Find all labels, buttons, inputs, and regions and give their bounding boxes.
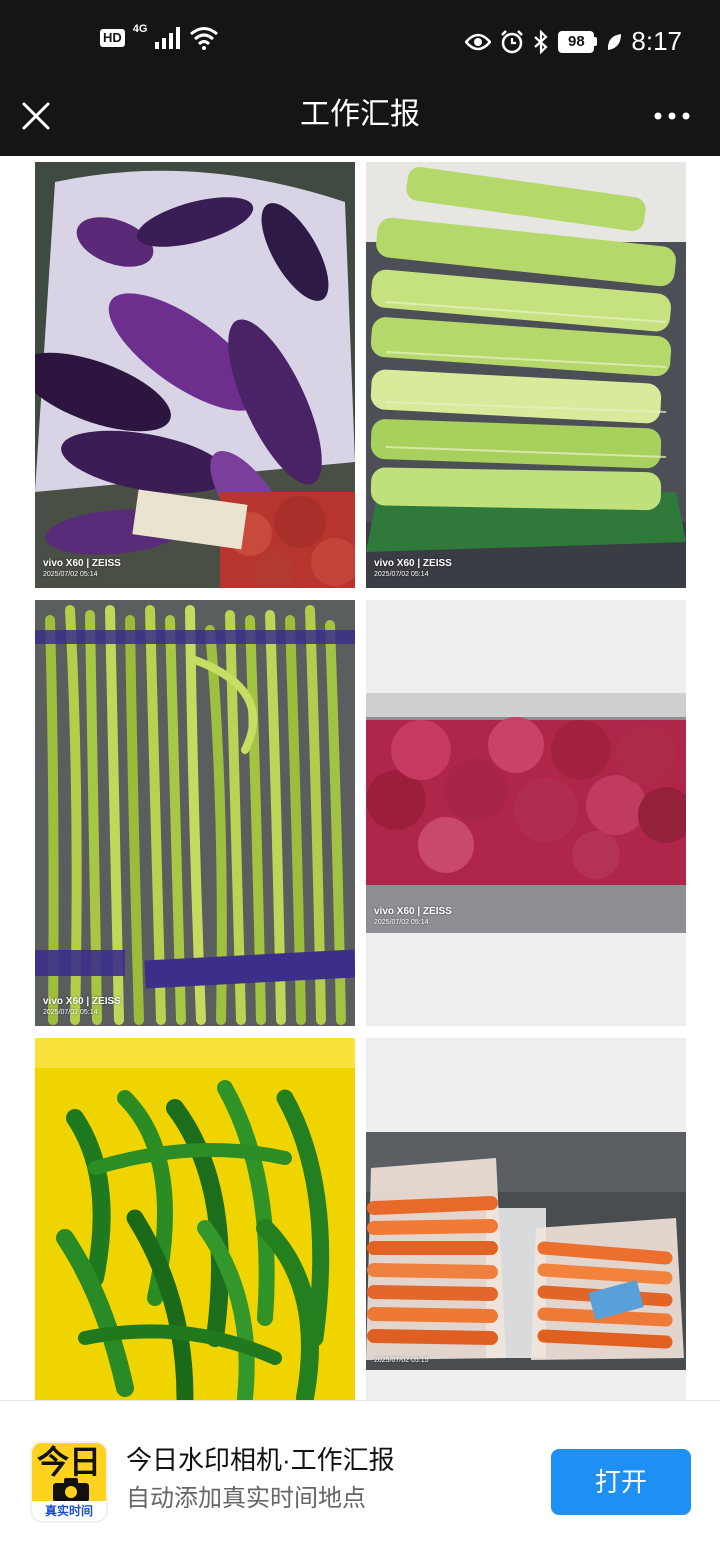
photo-garlic-scapes[interactable]: vivo X60 | ZEISS 2025/07/02 05:14 (35, 600, 355, 1026)
battery-cap (594, 37, 598, 46)
app-icon-text: 今日 (36, 1444, 101, 1480)
network-type: 4G (132, 23, 148, 35)
status-left: HD 4G (100, 23, 219, 50)
watermark-camera: vivo X60 | ZEISS (374, 558, 452, 569)
bluetooth-icon (534, 29, 548, 54)
leaf-icon (608, 33, 622, 50)
celery-image (366, 162, 686, 588)
watermark-date: 2025/07/02 05:14 (43, 571, 98, 578)
red-onions-image (366, 600, 686, 1026)
photo-eggplants[interactable]: vivo X60 | ZEISS 2025/07/02 05:14 (35, 162, 355, 588)
carrots-image (366, 1038, 686, 1400)
photo-watermark: vivo X60 | ZEISS 2025/07/02 05:14 (43, 557, 121, 580)
photo-watermark: vivo X60 | ZEISS 2025/07/02 05:14 (374, 905, 452, 928)
watermark-camera: vivo X60 | ZEISS (43, 558, 121, 569)
photo-grid: vivo X60 | ZEISS 2025/07/02 05:14 vivo X… (0, 156, 720, 1400)
eye-icon (465, 33, 492, 50)
photo-celery[interactable]: vivo X60 | ZEISS 2025/07/02 05:14 (366, 162, 686, 588)
watermark-camera: vivo X60 | ZEISS (374, 906, 452, 917)
battery-icon: 98 (558, 30, 598, 53)
garlic-scapes-image (35, 600, 355, 1026)
battery-level: 98 (558, 30, 595, 53)
app-promo-bar: 今日 真实时间 今日水印相机·工作汇报 自动添加真实时间地点 打开 (0, 1400, 720, 1560)
photo-watermark: vivo X60 | ZEISS 2025/07/02 05:14 (374, 557, 452, 580)
watermark-camera: vivo X60 | ZEISS (43, 996, 121, 1007)
photo-red-onions[interactable]: vivo X60 | ZEISS 2025/07/02 05:14 (366, 600, 686, 1026)
hd-badge: HD (100, 29, 125, 47)
camera-icon (53, 1478, 89, 1502)
clock: 8:17 (631, 26, 682, 56)
watermark-date: 2025/07/02 05:15 (374, 1357, 429, 1364)
promo-subtitle: 自动添加真实时间地点 (126, 1485, 366, 1512)
photo-carrots[interactable]: 2025/07/02 05:15 (366, 1038, 686, 1400)
app-icon[interactable]: 今日 真实时间 (30, 1441, 108, 1523)
photo-green-peppers[interactable] (35, 1038, 355, 1400)
app-icon-caption: 真实时间 (32, 1501, 106, 1521)
title-bar: 工作汇报 (0, 84, 720, 156)
alarm-icon (501, 29, 524, 53)
photo-watermark: 2025/07/02 05:15 (374, 1356, 429, 1366)
more-icon (654, 112, 690, 120)
wifi-icon (190, 27, 219, 50)
eggplant-image (35, 162, 355, 588)
page-title: 工作汇报 (300, 98, 420, 131)
status-right: 98 8:17 (465, 26, 682, 57)
watermark-date: 2025/07/02 05:14 (374, 919, 429, 926)
open-app-button[interactable]: 打开 (551, 1449, 691, 1515)
watermark-date: 2025/07/02 05:14 (43, 1009, 98, 1016)
watermark-date: 2025/07/02 05:14 (374, 571, 429, 578)
promo-title: 今日水印相机·工作汇报 (126, 1445, 395, 1475)
signal-icon (155, 27, 181, 49)
photo-watermark: vivo X60 | ZEISS 2025/07/02 05:14 (43, 995, 121, 1018)
more-button[interactable] (652, 106, 692, 126)
green-peppers-image (35, 1038, 355, 1400)
status-bar: HD 4G 98 8:17 (0, 0, 720, 84)
